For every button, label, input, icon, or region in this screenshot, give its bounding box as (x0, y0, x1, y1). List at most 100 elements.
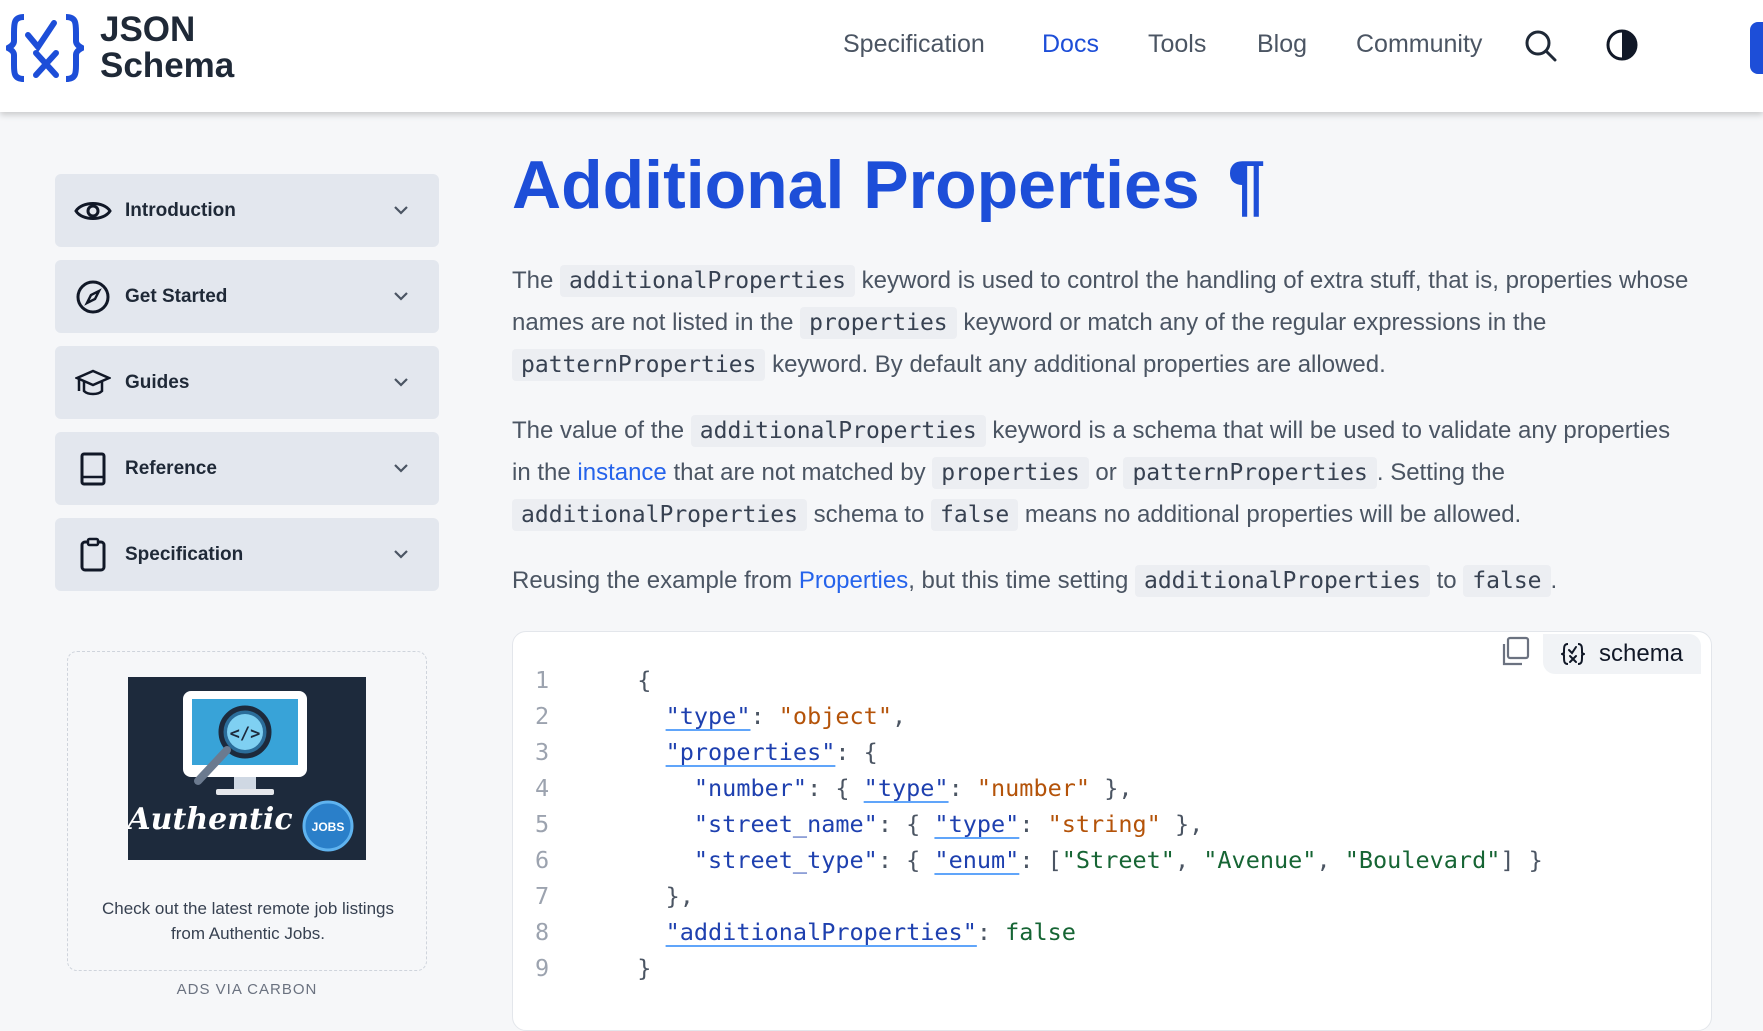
text: The value of the (512, 417, 691, 444)
theme-toggle-icon[interactable] (1605, 28, 1639, 62)
text: Reusing the example from (512, 567, 799, 594)
code-token: "enum" (934, 846, 1020, 874)
text: schema to (806, 501, 932, 528)
logo[interactable]: JSON Schema (6, 12, 234, 84)
code-token: "type" (665, 702, 751, 730)
code-token: "additionalProperties" (665, 918, 977, 946)
line-number: 7 (535, 882, 550, 910)
graduation-cap-icon (75, 369, 111, 395)
nav-tools[interactable]: Tools (1148, 30, 1206, 59)
code-lines: 1 { 2 "type": "object", 3 "properties": … (535, 662, 1543, 986)
sidebar-item-get-started[interactable]: Get Started (55, 260, 439, 333)
sidebar-item-guides[interactable]: Guides (55, 346, 439, 419)
logo-text: JSON Schema (100, 12, 234, 84)
code-token: "type" (934, 810, 1020, 838)
clipboard-icon (80, 537, 106, 571)
nav-blog[interactable]: Blog (1257, 30, 1307, 59)
code-token: "Street" (1061, 846, 1175, 874)
line-number: 6 (535, 846, 550, 874)
ad-footer[interactable]: ADS VIA CARBON (67, 981, 427, 998)
text: . (1550, 567, 1558, 594)
code-line: 9 } (535, 950, 1543, 986)
ad-description[interactable]: Check out the latest remote job listings… (88, 896, 408, 946)
sidebar-item-label: Introduction (125, 199, 236, 221)
inline-code: additionalProperties (560, 265, 855, 297)
code-line: 2 "type": "object", (535, 698, 1543, 734)
nav-specification[interactable]: Specification (843, 30, 985, 59)
code-token: } (637, 954, 652, 982)
code-line: 3 "properties": { (535, 734, 1543, 770)
sidebar-item-introduction[interactable]: Introduction (55, 174, 439, 247)
chevron-down-icon (394, 292, 408, 301)
sidebar-item-label: Get Started (125, 285, 228, 307)
code-line: 5 "street_name": { "type": "string" }, (535, 806, 1543, 842)
paragraph-example: Reusing the example from Properties, but… (512, 560, 1692, 602)
code-block: schema 1 { 2 "type": "object", 3 "proper… (512, 631, 1712, 1031)
inline-code: additionalProperties (690, 415, 986, 447)
line-number: 1 (535, 666, 550, 694)
nav-community[interactable]: Community (1356, 30, 1482, 59)
code-token: "object" (778, 702, 892, 730)
code-line: 8 "additionalProperties": false (535, 914, 1543, 950)
inline-code: additionalProperties (1134, 565, 1430, 597)
chevron-down-icon (394, 550, 408, 559)
sidebar-item-label: Specification (125, 543, 244, 565)
docs-sidebar: Introduction Get Started Guides Referenc… (55, 174, 439, 604)
carbon-ad[interactable]: </> Authentic JOBS Check out the latest … (67, 651, 427, 971)
sidebar-item-reference[interactable]: Reference (55, 432, 439, 505)
inline-code: false (931, 499, 1019, 531)
ad-badge-text: JOBS (312, 820, 345, 834)
json-schema-logo-icon (6, 14, 84, 82)
search-icon[interactable] (1523, 28, 1557, 62)
schema-badge-label: schema (1599, 640, 1684, 667)
eye-icon (74, 201, 112, 220)
code-token: false (1005, 918, 1076, 946)
book-icon (80, 452, 106, 485)
schema-icon (1561, 643, 1585, 665)
code-token: "string" (1047, 810, 1161, 838)
code-token: "street_name" (693, 810, 878, 838)
line-number: 3 (535, 738, 550, 766)
paragraph-intro: The additionalProperties keyword is used… (512, 260, 1692, 386)
paragraph-value: The value of the additionalProperties ke… (512, 410, 1692, 536)
text: . Setting the (1376, 459, 1505, 486)
compass-icon (76, 280, 110, 313)
line-number: 9 (535, 954, 550, 982)
ad-image[interactable]: </> Authentic JOBS (124, 677, 366, 860)
text: keyword. By default any additional prope… (765, 351, 1386, 378)
instance-link[interactable]: instance (577, 459, 666, 486)
inline-code: false (1463, 565, 1551, 597)
inline-code: properties (932, 457, 1089, 489)
site-header: JSON Schema Specification Docs Tools Blo… (0, 0, 1763, 112)
chevron-down-icon (394, 464, 408, 473)
code-line: 6 "street_type": { "enum": ["Street", "A… (535, 842, 1543, 878)
nav-docs[interactable]: Docs (1042, 30, 1099, 59)
chevron-down-icon (394, 206, 408, 215)
page-title: Additional Properties ¶ (512, 140, 1692, 230)
monitor-magnifier-icon: </> Authentic JOBS (124, 691, 354, 852)
code-line: 1 { (535, 662, 1543, 698)
properties-link[interactable]: Properties (799, 567, 908, 594)
line-number: 8 (535, 918, 550, 946)
line-number: 2 (535, 702, 550, 730)
chevron-down-icon (394, 378, 408, 387)
sidebar-item-label: Reference (125, 457, 217, 479)
text: or (1088, 459, 1124, 486)
code-token: "number" (693, 774, 808, 802)
text: to (1429, 567, 1464, 594)
inline-code: additionalProperties (512, 499, 807, 531)
inline-code: patternProperties (512, 349, 766, 381)
sidebar-item-specification[interactable]: Specification (55, 518, 439, 591)
sidebar-item-label: Guides (125, 371, 190, 393)
anchor-link-icon[interactable]: ¶ (1228, 147, 1266, 223)
code-token: "Boulevard" (1344, 846, 1501, 874)
svg-text:</>: </> (230, 724, 261, 744)
inline-code: patternProperties (1123, 457, 1377, 489)
page-title-text: Additional Properties (512, 147, 1200, 223)
text: means no additional properties will be a… (1018, 501, 1522, 528)
header-cta-button[interactable] (1750, 22, 1763, 74)
main-content: Additional Properties ¶ The additionalPro… (512, 140, 1692, 602)
logo-line-schema: Schema (100, 46, 235, 85)
text: , but this time setting (908, 567, 1135, 594)
text: The (512, 267, 561, 294)
